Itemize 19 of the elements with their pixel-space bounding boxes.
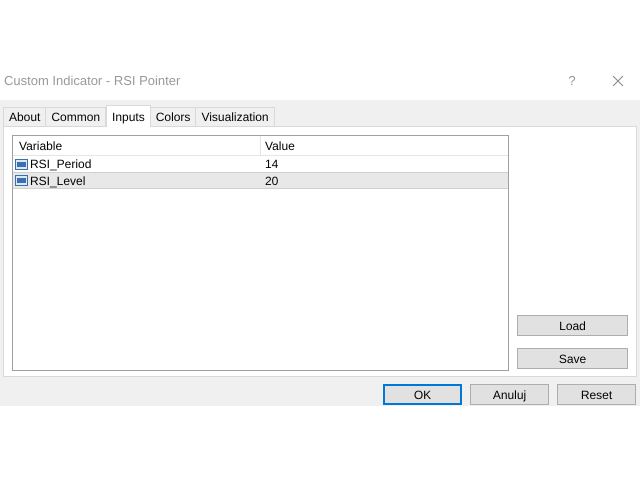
table-cell-text: 20 xyxy=(264,172,278,190)
tab[interactable]: Visualization xyxy=(195,107,275,126)
dialog-button[interactable]: Anuluj xyxy=(470,384,549,405)
window-title: Custom Indicator - RSI Pointer xyxy=(4,72,180,90)
table-row[interactable]: RSI_Level 20 xyxy=(13,172,508,189)
table-cell-text: RSI_Period xyxy=(30,156,92,173)
tab[interactable]: Inputs xyxy=(106,105,151,127)
dialog-button[interactable]: Reset xyxy=(557,384,636,405)
tab[interactable]: Common xyxy=(45,107,106,126)
tab[interactable]: About xyxy=(3,107,46,126)
side-button[interactable]: Save xyxy=(517,348,628,369)
close-icon xyxy=(612,75,624,87)
side-button[interactable]: Load xyxy=(517,315,628,336)
table-cell-text: RSI_Level xyxy=(30,172,86,190)
column-header: Value xyxy=(264,138,295,154)
dialog-button[interactable]: OK xyxy=(383,384,462,405)
close-button[interactable] xyxy=(610,73,626,89)
column-header: Variable xyxy=(13,136,261,155)
table-cell-text: 14 xyxy=(264,156,278,173)
